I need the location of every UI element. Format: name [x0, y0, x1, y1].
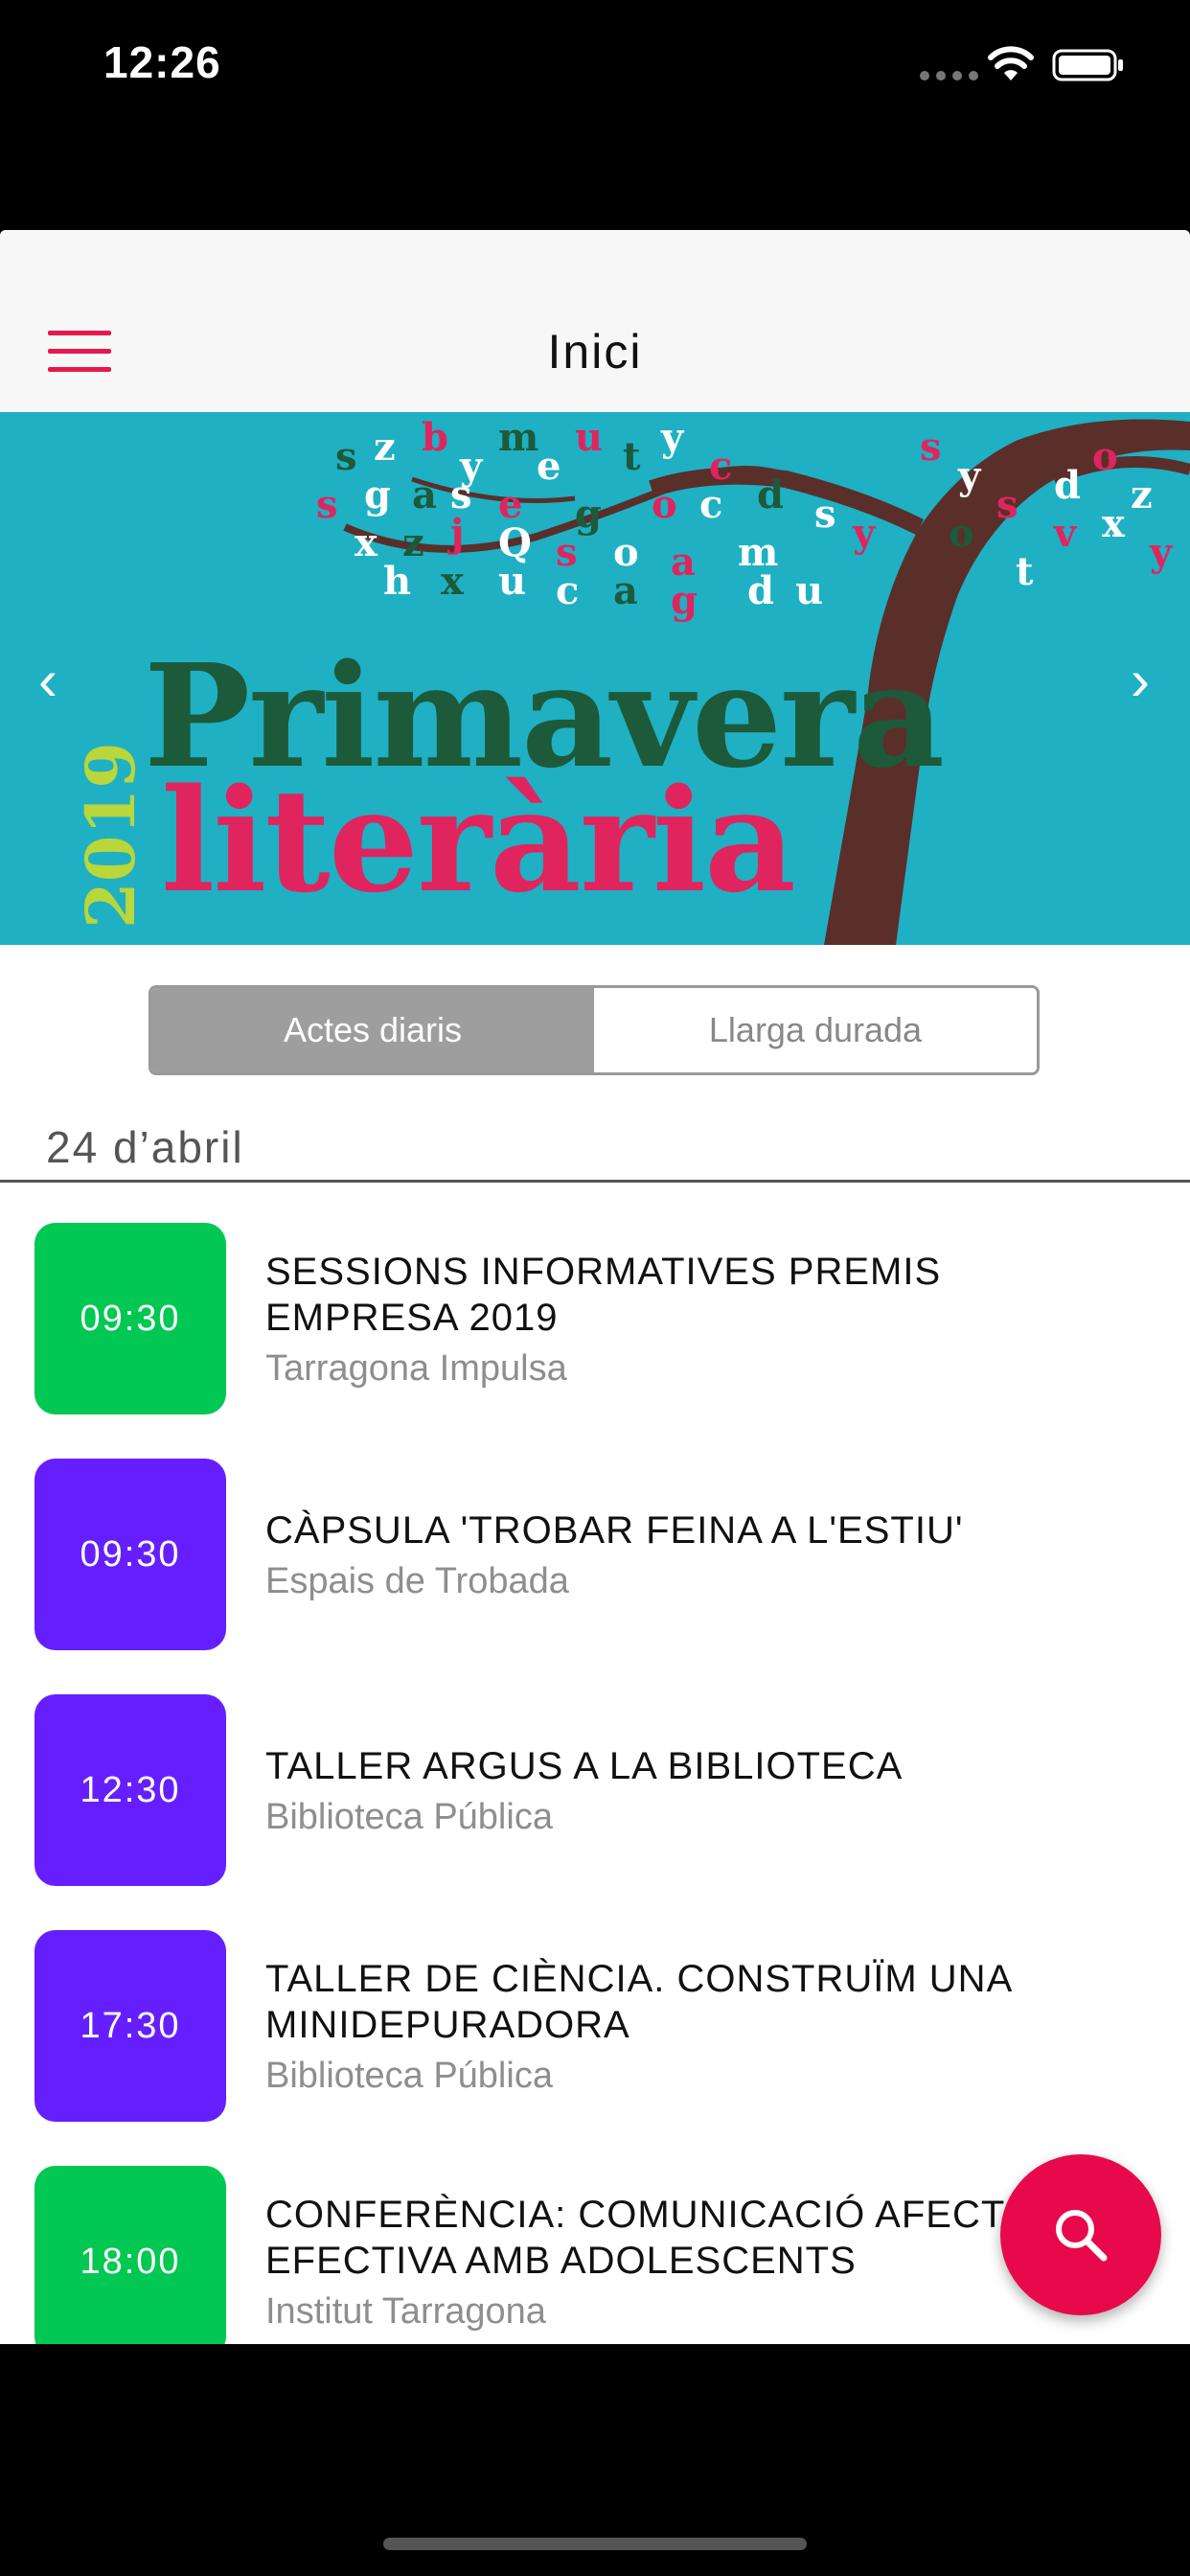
svg-text:s: s: [316, 482, 338, 527]
wifi-icon: [988, 46, 1034, 80]
svg-text:o: o: [652, 482, 677, 527]
time-badge: 12:30: [34, 1694, 226, 1886]
svg-text:s: s: [996, 482, 1018, 527]
time-badge: 09:30: [34, 1459, 226, 1650]
event-title: CÀPSULA 'TROBAR FEINA A L'ESTIU': [265, 1508, 964, 1552]
divider: [0, 1180, 1190, 1183]
status-bar: 12:26: [0, 0, 1190, 134]
svg-text:t: t: [1016, 549, 1034, 594]
banner-carousel[interactable]: sz by me ut yc sg as eg oc ds xz jQ so a…: [0, 412, 1190, 945]
svg-text:d: d: [757, 472, 784, 518]
svg-text:x: x: [1102, 501, 1126, 546]
event-title: SESSIONS INFORMATIVES PREMIS EMPRESA 201…: [265, 1250, 942, 1339]
svg-text:v: v: [1053, 511, 1078, 556]
segmented-control: Actes diaris Llarga durada: [149, 985, 1040, 1075]
tab-actes-diaris[interactable]: Actes diaris: [151, 988, 594, 1072]
list-item[interactable]: 09:30 SESSIONS INFORMATIVES PREMIS EMPRE…: [0, 1223, 1190, 1414]
banner-title-line2: literària: [161, 757, 796, 924]
event-title: TALLER DE CIÈNCIA. CONSTRUÏM UNA MINIDEP…: [265, 1957, 1012, 2046]
svg-text:g: g: [575, 492, 602, 537]
svg-text:g: g: [364, 472, 391, 518]
tab-llarga-durada[interactable]: Llarga durada: [594, 988, 1037, 1072]
date-header: 24 d’abril: [46, 1122, 244, 1172]
event-title: CONFERÈNCIA: COMUNICACIÓ AFECTIVA I EFEC…: [265, 2193, 1088, 2282]
list-item[interactable]: 17:30 TALLER DE CIÈNCIA. CONSTRUÏM UNA M…: [0, 1930, 1190, 2122]
app-screen: Inici sz by me ut yc sg as eg oc ds xz j…: [0, 230, 1190, 2344]
svg-text:a: a: [412, 472, 437, 518]
svg-text:o: o: [1092, 434, 1118, 479]
svg-text:c: c: [556, 568, 579, 613]
search-button[interactable]: [1000, 2154, 1161, 2315]
svg-text:t: t: [623, 434, 641, 479]
list-item[interactable]: 12:30 TALLER ARGUS A LA BIBLIOTECA Bibli…: [0, 1694, 1190, 1886]
status-time: 12:26: [103, 37, 221, 87]
svg-text:x: x: [355, 520, 378, 565]
event-title: TALLER ARGUS A LA BIBLIOTECA: [265, 1744, 904, 1787]
svg-text:u: u: [498, 559, 526, 604]
svg-text:s: s: [335, 434, 357, 479]
svg-text:s: s: [920, 425, 942, 470]
page-title: Inici: [547, 325, 643, 379]
svg-text:c: c: [699, 482, 722, 527]
battery-icon: [1052, 49, 1123, 81]
chevron-left-icon[interactable]: ‹: [19, 642, 77, 719]
svg-text:g: g: [671, 578, 698, 623]
signal-icon: [920, 71, 978, 80]
svg-text:y: y: [660, 415, 685, 460]
svg-text:z: z: [1131, 472, 1153, 518]
nav-bar: Inici: [0, 230, 1190, 412]
svg-text:s: s: [814, 492, 836, 537]
svg-text:u: u: [795, 568, 823, 613]
svg-text:y: y: [957, 453, 982, 498]
svg-text:x: x: [441, 559, 465, 604]
time-badge: 18:00: [34, 2166, 226, 2344]
svg-text:y: y: [852, 511, 877, 556]
home-indicator[interactable]: [383, 2538, 807, 2550]
time-badge: 17:30: [34, 1930, 226, 2122]
search-icon: [1056, 2210, 1108, 2262]
svg-text:d: d: [1054, 463, 1081, 508]
svg-text:u: u: [575, 415, 603, 460]
event-location: Espais de Trobada: [265, 1560, 569, 1601]
svg-text:o: o: [949, 511, 974, 556]
event-location: Biblioteca Pública: [265, 2055, 553, 2096]
time-badge: 09:30: [34, 1223, 226, 1414]
svg-text:z: z: [374, 425, 396, 470]
chevron-right-icon[interactable]: ›: [1111, 642, 1169, 719]
svg-text:e: e: [537, 444, 561, 489]
svg-text:j: j: [447, 511, 464, 556]
banner-year: 2019: [70, 742, 150, 929]
event-location: Tarragona Impulsa: [265, 1347, 567, 1389]
svg-text:d: d: [747, 568, 774, 613]
event-location: Biblioteca Pública: [265, 1796, 553, 1837]
svg-text:b: b: [422, 415, 448, 460]
event-location: Institut Tarragona: [265, 2290, 546, 2332]
svg-text:m: m: [498, 415, 538, 460]
svg-text:y: y: [1149, 530, 1174, 575]
svg-text:a: a: [613, 568, 638, 613]
svg-text:h: h: [383, 559, 411, 604]
list-item[interactable]: 09:30 CÀPSULA 'TROBAR FEINA A L'ESTIU' E…: [0, 1459, 1190, 1650]
